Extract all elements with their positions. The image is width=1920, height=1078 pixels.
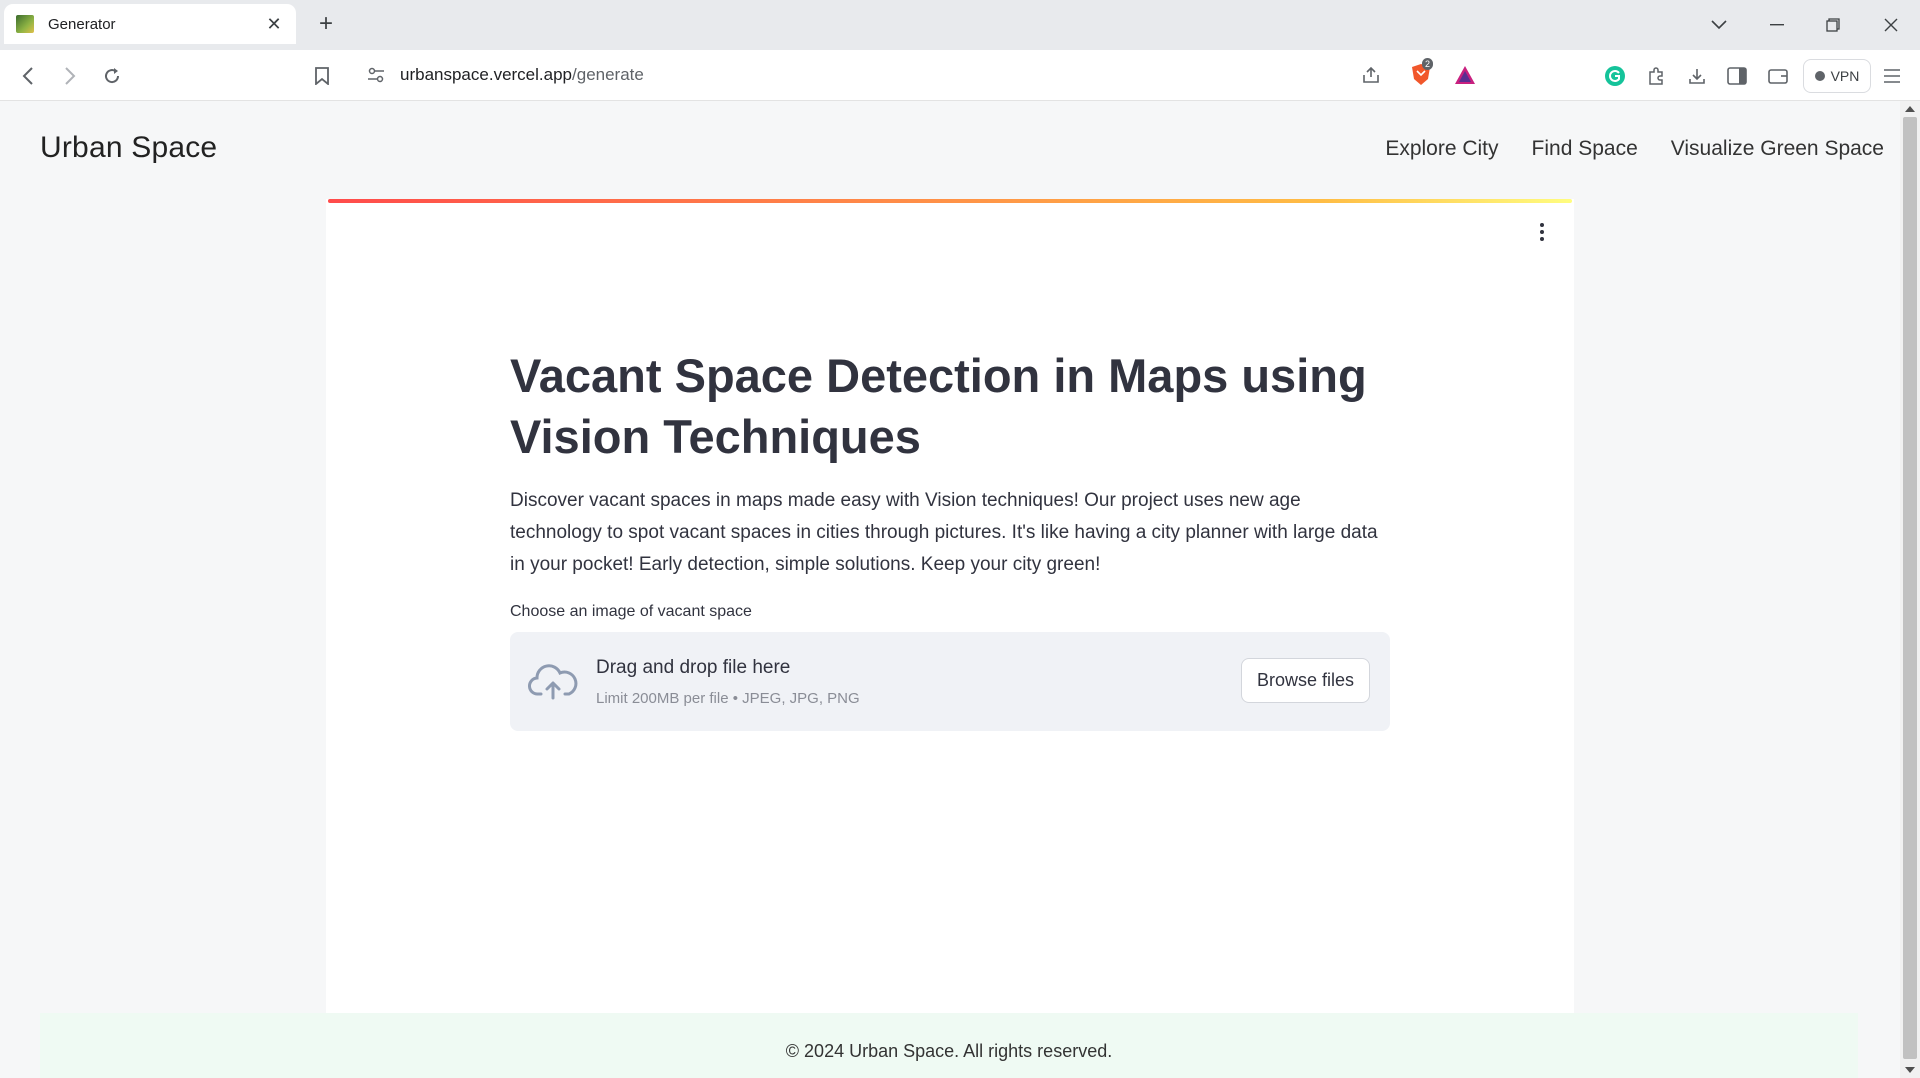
- reload-icon[interactable]: [96, 60, 128, 92]
- share-icon[interactable]: [1356, 60, 1386, 90]
- sidebar-toggle-icon[interactable]: [1723, 62, 1751, 90]
- vpn-button[interactable]: VPN: [1803, 59, 1871, 93]
- bookmark-icon[interactable]: [306, 60, 338, 92]
- main-content: Vacant Space Detection in Maps using Vis…: [510, 345, 1390, 731]
- address-bar[interactable]: urbanspace.vercel.app/generate: [352, 55, 1486, 95]
- url-text: urbanspace.vercel.app/generate: [400, 65, 644, 85]
- restore-window-button[interactable]: [1816, 8, 1850, 42]
- downloads-icon[interactable]: [1683, 62, 1711, 90]
- scroll-up-icon[interactable]: [1905, 106, 1915, 112]
- wallet-icon[interactable]: [1764, 62, 1792, 90]
- upload-label: Choose an image of vacant space: [510, 603, 752, 620]
- site-favicon-icon: [16, 15, 34, 33]
- grammarly-icon[interactable]: [1601, 62, 1629, 90]
- extensions-icon[interactable]: [1642, 62, 1670, 90]
- site-brand[interactable]: Urban Space: [40, 131, 217, 165]
- url-path: /generate: [572, 65, 644, 84]
- minimize-window-button[interactable]: [1760, 8, 1794, 42]
- brave-badge: 2: [1422, 58, 1434, 70]
- url-host: urbanspace.vercel.app: [400, 65, 573, 84]
- site-nav: Explore City Find Space Visualize Green …: [1385, 137, 1884, 161]
- scroll-down-icon[interactable]: [1905, 1067, 1915, 1073]
- forward-icon[interactable]: [54, 60, 86, 92]
- brave-shields-icon[interactable]: 2: [1406, 58, 1436, 90]
- back-icon[interactable]: [12, 60, 44, 92]
- page-scrollbar[interactable]: [1900, 101, 1920, 1078]
- close-tab-icon[interactable]: ✕: [262, 12, 286, 36]
- nav-find-space[interactable]: Find Space: [1532, 137, 1638, 161]
- nav-explore-city[interactable]: Explore City: [1385, 137, 1498, 161]
- page-description: Discover vacant spaces in maps made easy…: [510, 490, 1378, 575]
- page-footer: © 2024 Urban Space. All rights reserved.: [40, 1013, 1858, 1078]
- browser-tab-strip: Generator ✕ +: [0, 0, 1920, 50]
- vpn-label: VPN: [1830, 68, 1860, 84]
- footer-copyright: © 2024 Urban Space. All rights reserved.: [785, 1041, 1113, 1061]
- close-window-button[interactable]: [1874, 8, 1908, 42]
- page-viewport: Urban Space Explore City Find Space Visu…: [0, 101, 1900, 1078]
- vpn-status-icon: [1814, 71, 1825, 81]
- dropzone-title: Drag and drop file here: [596, 657, 791, 678]
- brave-rewards-icon[interactable]: [1450, 60, 1480, 90]
- file-dropzone[interactable]: Drag and drop file here Limit 200MB per …: [510, 632, 1390, 731]
- upload-cloud-icon: [528, 664, 578, 700]
- tab-search-icon[interactable]: [1702, 8, 1736, 42]
- page-title: Vacant Space Detection in Maps using Vis…: [510, 349, 1367, 463]
- app-card: Vacant Space Detection in Maps using Vis…: [326, 199, 1574, 1013]
- nav-visualize-green-space[interactable]: Visualize Green Space: [1671, 137, 1884, 161]
- dropzone-limit: Limit 200MB per file • JPEG, JPG, PNG: [596, 690, 860, 707]
- scrollbar-thumb[interactable]: [1903, 117, 1917, 1059]
- decoration-gradient-bar: [328, 199, 1572, 203]
- site-info-icon[interactable]: [360, 67, 392, 83]
- browser-toolbar: urbanspace.vercel.app/generate 2 VPN: [0, 50, 1920, 101]
- more-options-icon[interactable]: [1532, 221, 1552, 243]
- tab-title: Generator: [48, 15, 116, 33]
- browse-files-button[interactable]: Browse files: [1240, 658, 1370, 703]
- new-tab-button[interactable]: +: [312, 10, 340, 38]
- browser-menu-icon[interactable]: [1878, 62, 1906, 90]
- browser-tab[interactable]: Generator ✕: [4, 4, 296, 44]
